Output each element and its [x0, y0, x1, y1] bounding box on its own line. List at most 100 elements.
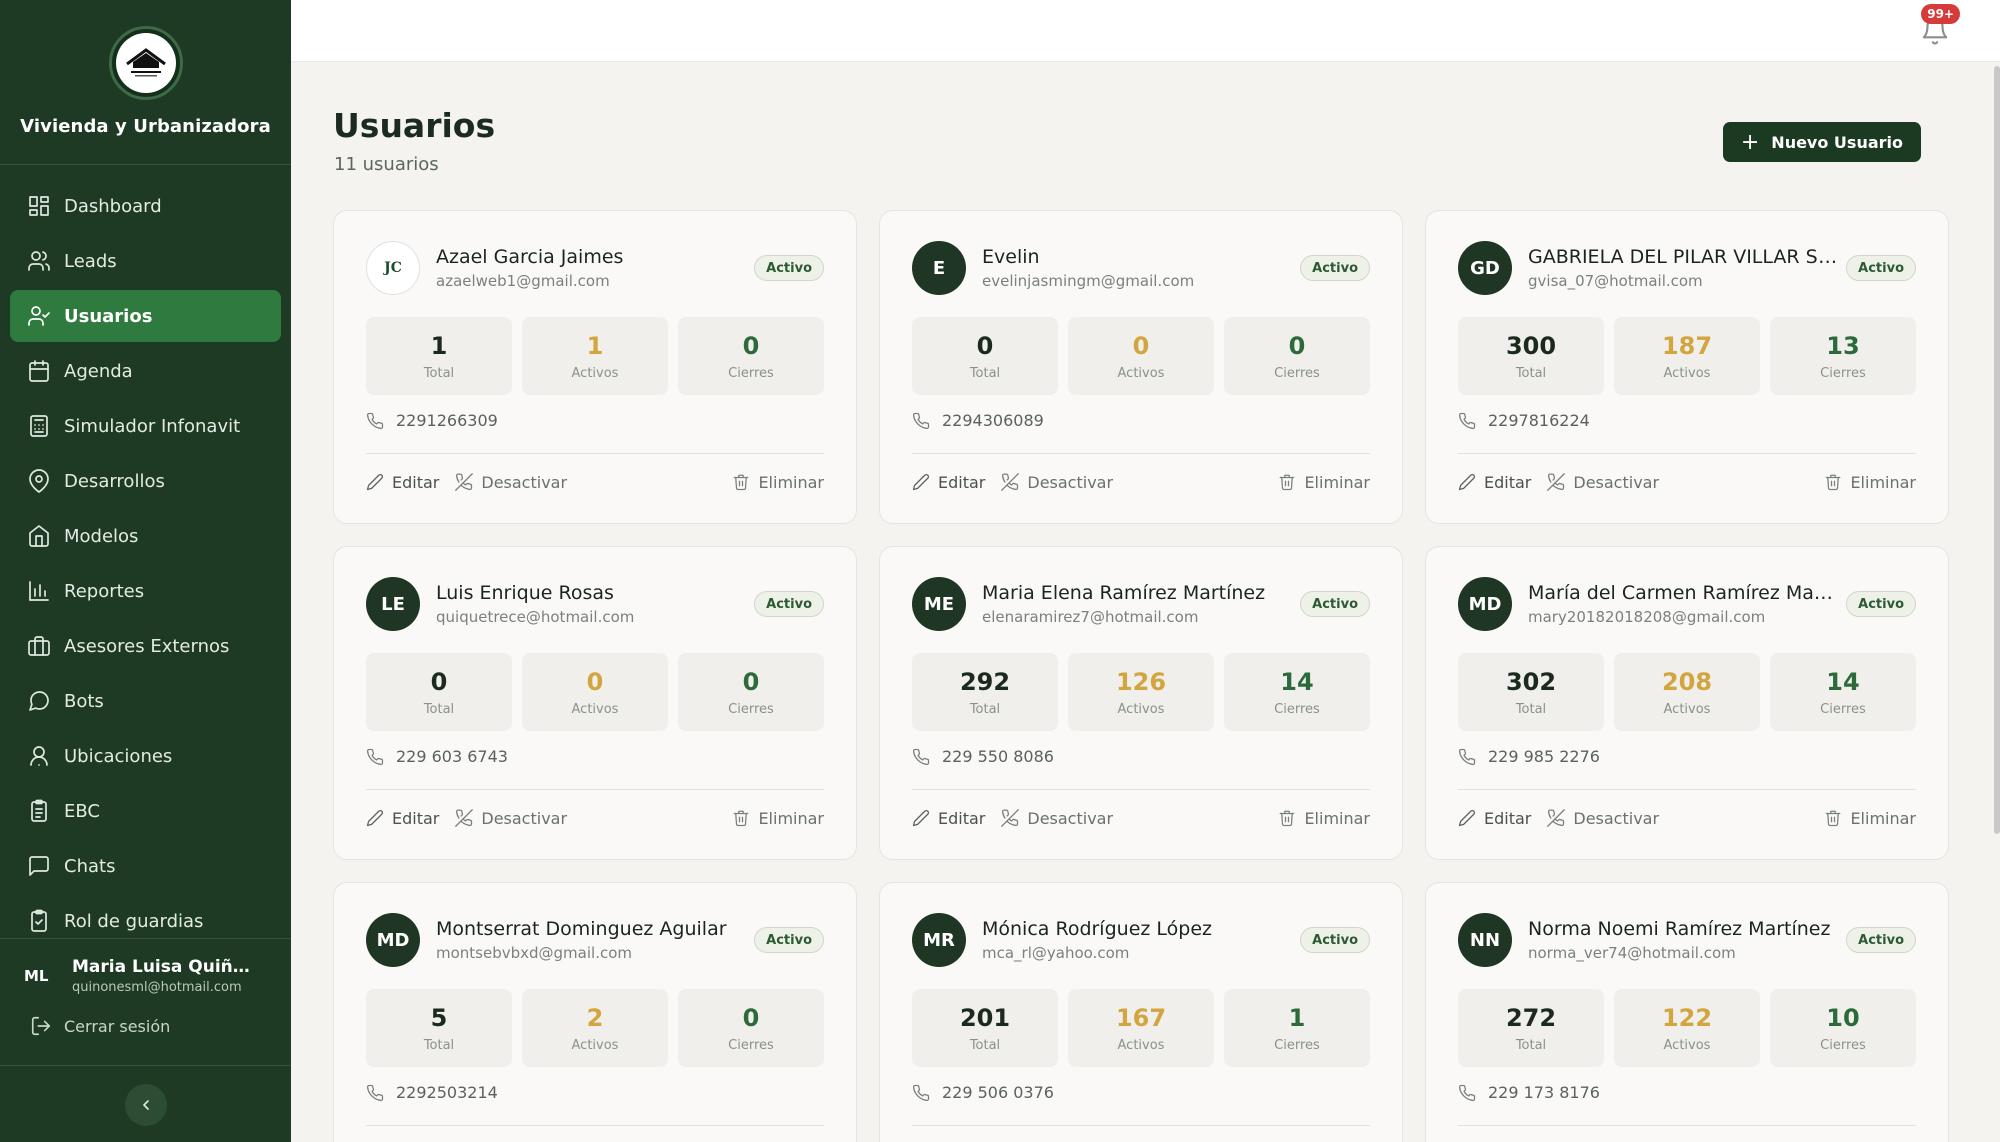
delete-button[interactable]: Eliminar — [1278, 473, 1370, 492]
stat-cierres-value: 1 — [1288, 1003, 1306, 1032]
sidebar-item-label: Modelos — [64, 525, 139, 547]
delete-button[interactable]: Eliminar — [1824, 473, 1916, 492]
stat-activos: 2 Activos — [522, 989, 668, 1067]
scrollbar[interactable] — [1992, 62, 2000, 1142]
edit-button[interactable]: Editar — [1458, 809, 1531, 828]
avatar-initials: E — [932, 257, 946, 279]
card-divider — [366, 453, 824, 454]
sidebar-item-leads[interactable]: Leads — [10, 235, 281, 287]
deactivate-button[interactable]: Desactivar — [1001, 473, 1113, 492]
edit-button[interactable]: Editar — [912, 473, 985, 492]
stat-total: 201 Total — [912, 989, 1058, 1067]
user-card-email: quiquetrece@hotmail.com — [436, 608, 635, 626]
trash-icon — [1280, 810, 1295, 827]
logout-icon — [31, 1016, 51, 1036]
collapse-sidebar-button[interactable] — [125, 1084, 167, 1126]
deactivate-button[interactable]: Desactivar — [455, 473, 567, 492]
new-user-button[interactable]: + Nuevo Usuario — [1722, 122, 1921, 162]
deactivate-button[interactable]: Desactivar — [455, 809, 567, 828]
edit-button[interactable]: Editar — [1458, 473, 1531, 492]
message-circle-icon — [29, 691, 49, 711]
stat-cierres-value: 14 — [1280, 667, 1314, 696]
user-card: GD GABRIELA DEL PILAR VILLAR SAN... gvisa_… — [1425, 210, 1949, 524]
phone-off-icon — [1547, 473, 1566, 491]
sidebar-item-desarrollos[interactable]: Desarrollos — [10, 455, 281, 507]
edit-button[interactable]: Editar — [912, 809, 985, 828]
users-grid: JC Azael Garcia Jaimes azaelweb1@gmail.com… — [333, 210, 1949, 1142]
delete-button[interactable]: Eliminar — [1278, 809, 1370, 828]
edit-button[interactable]: Editar — [366, 809, 439, 828]
sidebar-item-modelos[interactable]: Modelos — [10, 510, 281, 562]
user-stats: 0 Total 0 Activos 0 Cierres — [366, 653, 824, 731]
stat-cierres-value: 0 — [742, 331, 760, 360]
avatar: MR — [912, 913, 966, 967]
delete-label: Eliminar — [758, 808, 824, 828]
deactivate-label: Desactivar — [481, 808, 568, 828]
sidebar-item-simulador-infonavit[interactable]: Simulador Infonavit — [10, 400, 281, 452]
calculator-icon — [30, 415, 48, 437]
sidebar-item-ubicaciones[interactable]: Ubicaciones — [10, 730, 281, 782]
delete-button[interactable]: Eliminar — [732, 809, 824, 828]
sidebar-item-label: Ubicaciones — [64, 745, 173, 767]
user-card-email: mca_rl@yahoo.com — [982, 944, 1130, 962]
sidebar-item-ebc[interactable]: EBC — [10, 785, 281, 837]
delete-button[interactable]: Eliminar — [1824, 809, 1916, 828]
sidebar-item-reportes[interactable]: Reportes — [10, 565, 281, 617]
user-pin-icon — [30, 746, 48, 766]
phone-off-icon — [1001, 809, 1020, 827]
home-icon — [29, 525, 49, 547]
stat-total: 292 Total — [912, 653, 1058, 731]
sidebar-item-agenda[interactable]: Agenda — [10, 345, 281, 397]
stat-total-value: 1 — [430, 331, 448, 360]
user-card-name: Norma Noemi Ramírez Martínez — [1528, 918, 1831, 940]
avatar: E — [912, 241, 966, 295]
stat-activos: 187 Activos — [1614, 317, 1760, 395]
stat-activos-value: 187 — [1661, 331, 1713, 360]
phone-icon — [1458, 1084, 1476, 1101]
user-stats: 300 Total 187 Activos 13 Cierres — [1458, 317, 1916, 395]
delete-button[interactable]: Eliminar — [732, 473, 824, 492]
phone-number: 229 506 0376 — [942, 1083, 1054, 1102]
house-logo-icon[interactable] — [108, 26, 183, 100]
user-card-name: Mónica Rodríguez López — [982, 918, 1212, 940]
stat-activos-value: 126 — [1115, 667, 1167, 696]
stat-total-label: Total — [423, 701, 455, 717]
stat-activos-value: 122 — [1661, 1003, 1713, 1032]
sidebar-item-chats[interactable]: Chats — [10, 840, 281, 892]
deactivate-button[interactable]: Desactivar — [1001, 809, 1113, 828]
status-badge: Activo — [1300, 927, 1370, 953]
deactivate-button[interactable]: Desactivar — [1547, 473, 1659, 492]
avatar-logo-text: JC — [384, 260, 402, 276]
edit-button[interactable]: Editar — [366, 473, 439, 492]
sidebar-item-asesores-externos[interactable]: Asesores Externos — [10, 620, 281, 672]
sidebar-item-label: Agenda — [64, 360, 133, 382]
sidebar-item-bots[interactable]: Bots — [10, 675, 281, 727]
phone-icon — [912, 748, 930, 765]
avatar-initials: GD — [1470, 257, 1500, 279]
logout-button[interactable]: Cerrar sesión — [30, 1015, 291, 1037]
sidebar-item-dashboard[interactable]: Dashboard — [10, 180, 281, 232]
sidebar-item-usuarios[interactable]: Usuarios — [10, 290, 281, 342]
phone-number: 229 550 8086 — [942, 747, 1054, 766]
stat-total-value: 201 — [959, 1003, 1011, 1032]
deactivate-button[interactable]: Desactivar — [1547, 809, 1659, 828]
stat-activos-label: Activos — [571, 1037, 619, 1053]
scrollbar-thumb[interactable] — [1994, 66, 2000, 834]
user-card-header: ME Maria Elena Ramírez Martínez elenaramir… — [912, 577, 1370, 631]
card-actions: Editar Desactivar Eliminar — [1458, 805, 1916, 831]
card-divider — [912, 1125, 1370, 1126]
avatar: MD — [366, 913, 420, 967]
stat-cierres-label: Cierres — [1820, 1037, 1866, 1053]
user-card: NN Norma Noemi Ramírez Martínez norma_ver7… — [1425, 882, 1949, 1142]
status-badge: Activo — [1300, 591, 1370, 617]
card-divider — [366, 1125, 824, 1126]
stat-activos-label: Activos — [1117, 1037, 1165, 1053]
edit-label: Editar — [938, 808, 986, 828]
stat-total: 0 Total — [366, 653, 512, 731]
phone-number: 2291266309 — [396, 411, 498, 430]
brand: Vivienda y Urbanizadora — [0, 0, 291, 165]
user-card: ME Maria Elena Ramírez Martínez elenaramir… — [879, 546, 1403, 860]
current-user-panel: ML Maria Luisa Quiñone... quinonesml@hot… — [0, 938, 291, 1066]
phone-number: 2297816224 — [1488, 411, 1590, 430]
user-profile[interactable]: ML Maria Luisa Quiñone... quinonesml@hot… — [0, 939, 291, 995]
